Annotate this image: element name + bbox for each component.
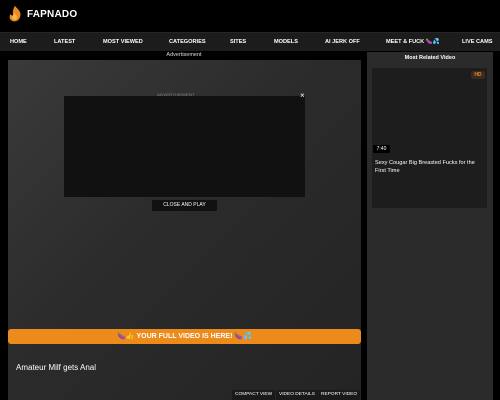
nav-latest[interactable]: LATEST [54,33,75,52]
related-video-thumbnail[interactable] [372,68,487,208]
related-video-title[interactable]: Sexy Cougar Big Breasted Fucks for the F… [375,159,487,175]
logo-text: FAPNADO [27,8,78,20]
sidebar-heading: Most Related Video [404,55,456,61]
ad-overlay-label: ADVERTISEMENT [157,92,195,97]
nav-meet-and-fuck[interactable]: MEET & FUCK 🍆💦 [386,33,440,52]
nav-ai-jerk-off[interactable]: AI JERK OFF [325,33,360,52]
full-video-banner[interactable]: 🍆👍 YOUR FULL VIDEO IS HERE! 🍆💦 [8,329,361,344]
nav-sites[interactable]: SITES [230,33,246,52]
nav-live-cams[interactable]: LIVE CAMS [462,33,492,52]
hd-badge: HD [471,71,485,79]
video-details-button[interactable]: VIDEO DETAILS [276,390,318,400]
advertisement-label: Advertisement [166,52,202,58]
nav-models[interactable]: MODELS [274,33,298,52]
close-icon[interactable]: × [300,91,305,100]
nav-categories[interactable]: CATEGORIES [169,33,206,52]
nav-home[interactable]: HOME [10,33,27,52]
related-sidebar: Most Related Video [367,52,493,400]
logo-flame-icon [9,5,21,22]
main-nav: HOME LATEST MOST VIEWED CATEGORIES SITES… [0,32,500,51]
close-and-play-button[interactable]: CLOSE AND PLAY [152,200,217,211]
nav-most-viewed[interactable]: MOST VIEWED [103,33,143,52]
video-title: Amateur Milf gets Anal [16,363,97,372]
site-header: FAPNADO [0,0,500,32]
site-logo[interactable]: FAPNADO [6,5,77,23]
duration-badge: 7:40 [373,145,390,153]
report-video-button[interactable]: REPORT VIDEO [318,390,361,400]
ad-overlay[interactable] [64,96,305,197]
compact-view-button[interactable]: COMPACT VIEW [232,390,276,400]
